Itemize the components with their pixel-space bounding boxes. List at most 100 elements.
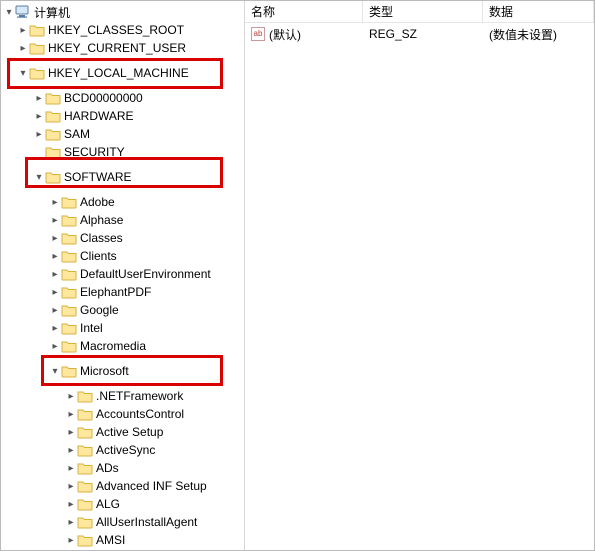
folder-icon bbox=[45, 170, 61, 184]
tree-node-hkcu[interactable]: ▸ HKEY_CURRENT_USER bbox=[3, 39, 244, 57]
folder-icon bbox=[77, 533, 93, 547]
expand-toggle[interactable]: ▸ bbox=[49, 305, 61, 316]
expand-toggle[interactable]: ▸ bbox=[65, 463, 77, 474]
tree-node-software[interactable]: ▾ SOFTWARE bbox=[3, 168, 244, 186]
tree-label: HARDWARE bbox=[64, 109, 138, 123]
tree-label: Active Setup bbox=[96, 425, 167, 439]
folder-icon bbox=[61, 364, 77, 378]
expand-toggle[interactable]: ▸ bbox=[49, 215, 61, 226]
tree-node-intel[interactable]: ▸ Intel bbox=[3, 319, 244, 337]
tree-node-activesync[interactable]: ▸ ActiveSync bbox=[3, 441, 244, 459]
folder-icon bbox=[77, 497, 93, 511]
expand-toggle[interactable]: ▸ bbox=[17, 43, 29, 54]
tree-label: Classes bbox=[80, 231, 127, 245]
tree-label: 计算机 bbox=[34, 4, 74, 21]
folder-icon bbox=[61, 321, 77, 335]
tree-node-alg[interactable]: ▸ ALG bbox=[3, 495, 244, 513]
tree-node-accountscontrol[interactable]: ▸ AccountsControl bbox=[3, 405, 244, 423]
folder-icon bbox=[45, 145, 61, 159]
tree-node-macromedia[interactable]: ▸ Macromedia bbox=[3, 337, 244, 355]
folder-icon bbox=[61, 249, 77, 263]
folder-icon bbox=[29, 23, 45, 37]
tree-node-computer[interactable]: ▾ 计算机 bbox=[3, 3, 244, 21]
tree-node-elephantpdf[interactable]: ▸ ElephantPDF bbox=[3, 283, 244, 301]
tree-label: AMSI bbox=[96, 533, 129, 547]
tree-label: HKEY_CURRENT_USER bbox=[48, 41, 190, 55]
tree-node-advancedinfsetup[interactable]: ▸ Advanced INF Setup bbox=[3, 477, 244, 495]
expand-toggle[interactable]: ▸ bbox=[65, 409, 77, 420]
folder-icon bbox=[61, 231, 77, 245]
tree-node-alluserinstallagent[interactable]: ▸ AllUserInstallAgent bbox=[3, 513, 244, 531]
expand-toggle[interactable]: ▸ bbox=[33, 111, 45, 122]
expand-toggle[interactable]: ▸ bbox=[33, 129, 45, 140]
registry-tree[interactable]: ▾ 计算机 ▸ HKEY_CLASSES_ROOT ▸ HKEY_CURRENT… bbox=[1, 1, 245, 550]
value-row[interactable]: ab (默认) REG_SZ (数值未设置) bbox=[245, 25, 594, 43]
expand-toggle[interactable]: ▸ bbox=[49, 233, 61, 244]
expand-toggle[interactable]: ▸ bbox=[65, 427, 77, 438]
tree-node-bcd[interactable]: ▸ BCD00000000 bbox=[3, 89, 244, 107]
expand-toggle[interactable]: ▾ bbox=[3, 7, 15, 18]
expand-toggle[interactable]: ▸ bbox=[65, 499, 77, 510]
tree-node-sam[interactable]: ▸ SAM bbox=[3, 125, 244, 143]
expand-toggle[interactable]: ▸ bbox=[65, 535, 77, 546]
folder-icon bbox=[29, 66, 45, 80]
tree-node-clients[interactable]: ▸ Clients bbox=[3, 247, 244, 265]
expand-toggle[interactable]: ▸ bbox=[49, 251, 61, 262]
tree-node-alphase[interactable]: ▸ Alphase bbox=[3, 211, 244, 229]
folder-icon bbox=[45, 109, 61, 123]
tree-node-activesetup[interactable]: ▸ Active Setup bbox=[3, 423, 244, 441]
tree-label: ElephantPDF bbox=[80, 285, 155, 299]
expand-toggle[interactable]: ▸ bbox=[65, 445, 77, 456]
tree-node-netframework[interactable]: ▸ .NETFramework bbox=[3, 387, 244, 405]
tree-node-classes[interactable]: ▸ Classes bbox=[3, 229, 244, 247]
tree-label: AllUserInstallAgent bbox=[96, 515, 201, 529]
tree-node-security[interactable]: ▸ SECURITY bbox=[3, 143, 244, 161]
folder-icon bbox=[61, 195, 77, 209]
folder-icon bbox=[45, 91, 61, 105]
folder-icon bbox=[77, 515, 93, 529]
tree-node-google[interactable]: ▸ Google bbox=[3, 301, 244, 319]
value-name: (默认) bbox=[269, 26, 301, 43]
tree-node-hklm[interactable]: ▾ HKEY_LOCAL_MACHINE bbox=[3, 64, 244, 82]
column-header-name[interactable]: 名称 bbox=[245, 1, 363, 22]
folder-icon bbox=[61, 213, 77, 227]
tree-label: SOFTWARE bbox=[64, 170, 136, 184]
tree-label: .NETFramework bbox=[96, 389, 187, 403]
tree-node-ads[interactable]: ▸ ADs bbox=[3, 459, 244, 477]
tree-label: AccountsControl bbox=[96, 407, 188, 421]
expand-toggle[interactable]: ▸ bbox=[65, 481, 77, 492]
tree-label: SECURITY bbox=[64, 145, 129, 159]
computer-icon bbox=[15, 5, 31, 19]
expand-toggle[interactable]: ▾ bbox=[49, 366, 61, 377]
folder-icon bbox=[77, 443, 93, 457]
column-header-data[interactable]: 数据 bbox=[483, 1, 594, 22]
expand-toggle[interactable]: ▾ bbox=[17, 68, 29, 79]
tree-node-adobe[interactable]: ▸ Adobe bbox=[3, 193, 244, 211]
expand-toggle[interactable]: ▸ bbox=[49, 323, 61, 334]
expand-toggle[interactable]: ▸ bbox=[33, 93, 45, 104]
expand-toggle[interactable]: ▸ bbox=[65, 391, 77, 402]
tree-label: SAM bbox=[64, 127, 94, 141]
folder-icon bbox=[61, 339, 77, 353]
tree-label: ADs bbox=[96, 461, 123, 475]
tree-node-amsi[interactable]: ▸ AMSI bbox=[3, 531, 244, 549]
expand-toggle[interactable]: ▸ bbox=[49, 197, 61, 208]
expand-toggle[interactable]: ▸ bbox=[17, 25, 29, 36]
expand-toggle[interactable]: ▸ bbox=[49, 287, 61, 298]
folder-icon bbox=[77, 407, 93, 421]
column-header-type[interactable]: 类型 bbox=[363, 1, 483, 22]
tree-label: ActiveSync bbox=[96, 443, 159, 457]
expand-toggle[interactable]: ▸ bbox=[65, 517, 77, 528]
tree-label: ALG bbox=[96, 497, 124, 511]
tree-label: Microsoft bbox=[80, 364, 133, 378]
tree-label: DefaultUserEnvironment bbox=[80, 267, 215, 281]
expand-toggle[interactable]: ▸ bbox=[49, 269, 61, 280]
expand-toggle[interactable]: ▾ bbox=[33, 172, 45, 183]
expand-toggle[interactable]: ▸ bbox=[49, 341, 61, 352]
tree-node-hardware[interactable]: ▸ HARDWARE bbox=[3, 107, 244, 125]
tree-label: HKEY_LOCAL_MACHINE bbox=[48, 66, 193, 80]
tree-node-hkcr[interactable]: ▸ HKEY_CLASSES_ROOT bbox=[3, 21, 244, 39]
tree-node-defaultuserenvironment[interactable]: ▸ DefaultUserEnvironment bbox=[3, 265, 244, 283]
tree-node-microsoft[interactable]: ▾ Microsoft bbox=[3, 362, 244, 380]
list-header: 名称 类型 数据 bbox=[245, 1, 594, 23]
